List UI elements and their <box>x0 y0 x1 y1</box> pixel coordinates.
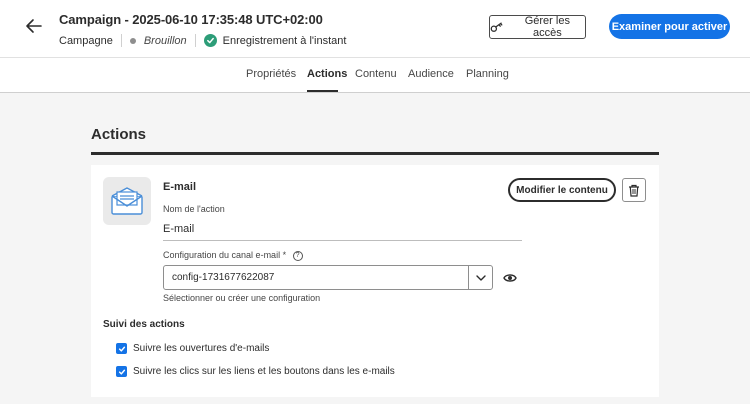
status-dot-icon <box>129 37 136 44</box>
campaign-meta: Campagne Brouillon Enregistrement à l'in… <box>59 34 346 47</box>
arrow-left-icon[interactable] <box>24 16 44 36</box>
help-icon[interactable]: ? <box>292 250 303 261</box>
manage-access-button[interactable]: Gérer les accès <box>489 15 586 39</box>
email-thumbnail <box>103 177 151 225</box>
track-opens-option[interactable]: Suivre les ouvertures d'e-mails <box>116 343 269 354</box>
field-underline <box>163 240 522 241</box>
modify-content-button[interactable]: Modifier le contenu <box>508 178 616 202</box>
tab-planning[interactable]: Planning <box>466 68 509 80</box>
chevron-down-icon[interactable] <box>468 266 492 289</box>
key-icon <box>490 22 503 32</box>
config-hint: Sélectionner ou créer une configuration <box>163 293 321 303</box>
config-label-row: Configuration du canal e-mail * ? <box>163 250 303 261</box>
review-to-activate-button[interactable]: Examiner pour activer <box>609 14 730 39</box>
action-name-field[interactable]: E-mail <box>163 223 194 235</box>
success-check-icon <box>203 34 217 47</box>
tab-properties[interactable]: Propriétés <box>246 68 296 80</box>
action-title: E-mail <box>163 181 197 193</box>
action-name-label: Nom de l'action <box>163 204 225 214</box>
tab-audience[interactable]: Audience <box>408 68 454 80</box>
track-clicks-option[interactable]: Suivre les clics sur les liens et les bo… <box>116 366 395 377</box>
eye-icon[interactable] <box>503 272 517 284</box>
checkbox-checked-icon[interactable] <box>116 366 127 377</box>
checkbox-checked-icon[interactable] <box>116 343 127 354</box>
campaign-type: Campagne <box>59 34 113 47</box>
email-envelope-icon <box>111 187 143 215</box>
status-badge: Brouillon <box>143 34 187 47</box>
top-header: Campaign - 2025-06-10 17:35:48 UTC+02:00… <box>0 0 750 57</box>
section-title: Actions <box>91 126 147 143</box>
track-opens-label: Suivre les ouvertures d'e-mails <box>133 343 270 354</box>
save-status: Enregistrement à l'instant <box>222 34 347 47</box>
track-clicks-label: Suivre les clics sur les liens et les bo… <box>133 366 395 377</box>
divider <box>120 34 122 47</box>
required-mark: * <box>282 250 287 260</box>
tracking-title: Suivi des actions <box>103 319 185 330</box>
tab-bar: Propriétés Actions Contenu Audience Plan… <box>0 57 750 93</box>
page-title: Campaign - 2025-06-10 17:35:48 UTC+02:00 <box>59 12 323 27</box>
delete-action-button[interactable] <box>622 178 646 202</box>
section-divider <box>91 152 659 155</box>
tab-content[interactable]: Contenu <box>355 68 397 80</box>
config-value: config-1731677622087 <box>172 272 275 283</box>
channel-config-select[interactable]: config-1731677622087 <box>163 265 493 290</box>
config-label: Configuration du canal e-mail <box>163 250 281 260</box>
trash-icon <box>629 184 639 197</box>
manage-access-label: Gérer les accès <box>524 15 570 39</box>
email-action-card: E-mail Nom de l'action E-mail Configurat… <box>91 165 659 397</box>
active-tab-indicator <box>307 90 338 92</box>
tab-actions[interactable]: Actions <box>307 68 347 80</box>
divider <box>194 34 196 47</box>
